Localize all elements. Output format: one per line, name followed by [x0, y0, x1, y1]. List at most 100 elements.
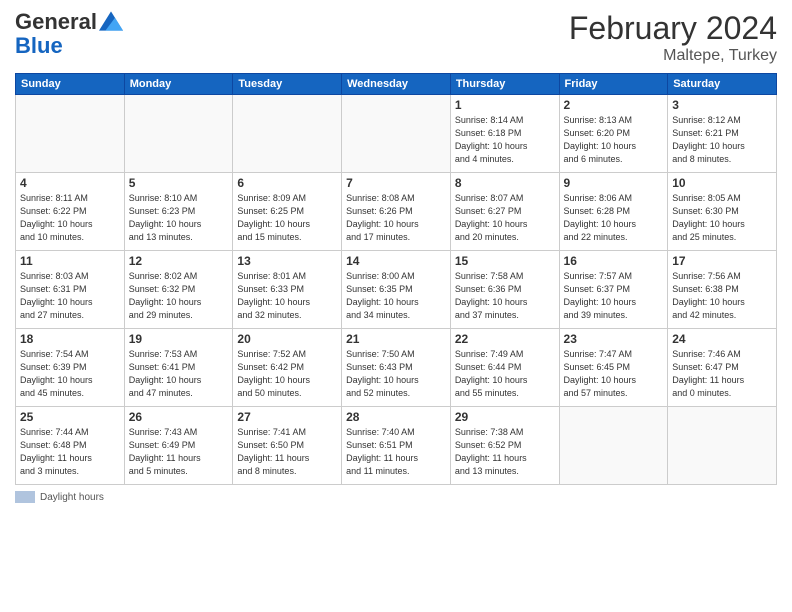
day-number: 7 — [346, 176, 446, 190]
calendar-day-header: Friday — [559, 74, 668, 95]
day-number: 20 — [237, 332, 337, 346]
day-info: Sunrise: 8:05 AM Sunset: 6:30 PM Dayligh… — [672, 192, 772, 244]
logo-blue: Blue — [15, 34, 123, 58]
calendar-cell — [559, 407, 668, 485]
day-number: 24 — [672, 332, 772, 346]
calendar-cell: 6 Sunrise: 8:09 AM Sunset: 6:25 PM Daylig… — [233, 173, 342, 251]
title-block: February 2024 Maltepe, Turkey — [569, 10, 777, 65]
legend-box — [15, 491, 35, 503]
day-number: 21 — [346, 332, 446, 346]
day-info: Sunrise: 8:09 AM Sunset: 6:25 PM Dayligh… — [237, 192, 337, 244]
footer: Daylight hours — [15, 491, 777, 503]
day-number: 23 — [564, 332, 664, 346]
calendar-cell: 27 Sunrise: 7:41 AM Sunset: 6:50 PM Dayli… — [233, 407, 342, 485]
legend-label: Daylight hours — [40, 492, 104, 503]
calendar-body: 1 Sunrise: 8:14 AM Sunset: 6:18 PM Daylig… — [16, 95, 777, 485]
calendar-cell: 15 Sunrise: 7:58 AM Sunset: 6:36 PM Dayli… — [450, 251, 559, 329]
day-info: Sunrise: 7:44 AM Sunset: 6:48 PM Dayligh… — [20, 426, 120, 478]
day-number: 14 — [346, 254, 446, 268]
day-info: Sunrise: 8:13 AM Sunset: 6:20 PM Dayligh… — [564, 114, 664, 166]
calendar-week-row: 4 Sunrise: 8:11 AM Sunset: 6:22 PM Daylig… — [16, 173, 777, 251]
day-number: 19 — [129, 332, 229, 346]
day-number: 17 — [672, 254, 772, 268]
day-info: Sunrise: 7:47 AM Sunset: 6:45 PM Dayligh… — [564, 348, 664, 400]
day-number: 6 — [237, 176, 337, 190]
day-info: Sunrise: 7:46 AM Sunset: 6:47 PM Dayligh… — [672, 348, 772, 400]
calendar-cell: 26Sunrise: 7:43 AM Sunset: 6:49 PM Dayli… — [124, 407, 233, 485]
day-number: 29 — [455, 410, 555, 424]
day-number: 10 — [672, 176, 772, 190]
day-info: Sunrise: 8:10 AM Sunset: 6:23 PM Dayligh… — [129, 192, 229, 244]
day-number: 25 — [20, 410, 120, 424]
calendar-cell: 24 Sunrise: 7:46 AM Sunset: 6:47 PM Dayli… — [668, 329, 777, 407]
subtitle: Maltepe, Turkey — [569, 47, 777, 65]
calendar-day-header: Saturday — [668, 74, 777, 95]
calendar-day-header: Monday — [124, 74, 233, 95]
day-info: Sunrise: 8:14 AM Sunset: 6:18 PM Dayligh… — [455, 114, 555, 166]
day-number: 13 — [237, 254, 337, 268]
day-info: Sunrise: 7:49 AM Sunset: 6:44 PM Dayligh… — [455, 348, 555, 400]
day-number: 27 — [237, 410, 337, 424]
calendar-cell: 8 Sunrise: 8:07 AM Sunset: 6:27 PM Daylig… — [450, 173, 559, 251]
calendar-cell: 3 Sunrise: 8:12 AM Sunset: 6:21 PM Daylig… — [668, 95, 777, 173]
day-number: 9 — [564, 176, 664, 190]
calendar-cell: 22 Sunrise: 7:49 AM Sunset: 6:44 PM Dayli… — [450, 329, 559, 407]
calendar-cell: 23 Sunrise: 7:47 AM Sunset: 6:45 PM Dayli… — [559, 329, 668, 407]
day-number: 1 — [455, 98, 555, 112]
page-container: General Blue February 2024 Maltepe, Turk… — [0, 0, 792, 513]
day-number: 4 — [20, 176, 120, 190]
logo-general: General — [15, 10, 97, 34]
day-info: Sunrise: 8:00 AM Sunset: 6:35 PM Dayligh… — [346, 270, 446, 322]
calendar-day-header: Thursday — [450, 74, 559, 95]
calendar-cell: 10 Sunrise: 8:05 AM Sunset: 6:30 PM Dayli… — [668, 173, 777, 251]
day-number: 22 — [455, 332, 555, 346]
day-info: Sunrise: 7:41 AM Sunset: 6:50 PM Dayligh… — [237, 426, 337, 478]
calendar-cell — [342, 95, 451, 173]
day-number: 28 — [346, 410, 446, 424]
calendar-cell: 7Sunrise: 8:08 AM Sunset: 6:26 PM Daylig… — [342, 173, 451, 251]
calendar-day-header: Wednesday — [342, 74, 451, 95]
calendar-cell: 13 Sunrise: 8:01 AM Sunset: 6:33 PM Dayli… — [233, 251, 342, 329]
day-info: Sunrise: 8:12 AM Sunset: 6:21 PM Dayligh… — [672, 114, 772, 166]
calendar-cell: 4 Sunrise: 8:11 AM Sunset: 6:22 PM Daylig… — [16, 173, 125, 251]
calendar-cell: 25 Sunrise: 7:44 AM Sunset: 6:48 PM Dayli… — [16, 407, 125, 485]
day-info: Sunrise: 8:01 AM Sunset: 6:33 PM Dayligh… — [237, 270, 337, 322]
calendar-cell: 17 Sunrise: 7:56 AM Sunset: 6:38 PM Dayli… — [668, 251, 777, 329]
calendar-cell: 29 Sunrise: 7:38 AM Sunset: 6:52 PM Dayli… — [450, 407, 559, 485]
calendar-cell: 28 Sunrise: 7:40 AM Sunset: 6:51 PM Dayli… — [342, 407, 451, 485]
calendar-cell: 14 Sunrise: 8:00 AM Sunset: 6:35 PM Dayli… — [342, 251, 451, 329]
calendar-cell: 18Sunrise: 7:54 AM Sunset: 6:39 PM Dayli… — [16, 329, 125, 407]
calendar-cell: 5 Sunrise: 8:10 AM Sunset: 6:23 PM Daylig… — [124, 173, 233, 251]
calendar-cell: 11 Sunrise: 8:03 AM Sunset: 6:31 PM Dayli… — [16, 251, 125, 329]
day-info: Sunrise: 7:53 AM Sunset: 6:41 PM Dayligh… — [129, 348, 229, 400]
calendar-cell: 9Sunrise: 8:06 AM Sunset: 6:28 PM Daylig… — [559, 173, 668, 251]
logo: General Blue — [15, 10, 123, 58]
calendar-header-row: SundayMondayTuesdayWednesdayThursdayFrid… — [16, 74, 777, 95]
day-number: 15 — [455, 254, 555, 268]
day-number: 3 — [672, 98, 772, 112]
calendar-week-row: 25 Sunrise: 7:44 AM Sunset: 6:48 PM Dayli… — [16, 407, 777, 485]
day-info: Sunrise: 8:03 AM Sunset: 6:31 PM Dayligh… — [20, 270, 120, 322]
day-info: Sunrise: 7:52 AM Sunset: 6:42 PM Dayligh… — [237, 348, 337, 400]
calendar-cell — [16, 95, 125, 173]
logo-icon — [99, 11, 123, 31]
calendar-cell — [668, 407, 777, 485]
day-number: 2 — [564, 98, 664, 112]
day-info: Sunrise: 8:07 AM Sunset: 6:27 PM Dayligh… — [455, 192, 555, 244]
calendar-week-row: 1 Sunrise: 8:14 AM Sunset: 6:18 PM Daylig… — [16, 95, 777, 173]
day-info: Sunrise: 8:11 AM Sunset: 6:22 PM Dayligh… — [20, 192, 120, 244]
day-info: Sunrise: 7:38 AM Sunset: 6:52 PM Dayligh… — [455, 426, 555, 478]
day-info: Sunrise: 7:40 AM Sunset: 6:51 PM Dayligh… — [346, 426, 446, 478]
day-number: 8 — [455, 176, 555, 190]
day-info: Sunrise: 8:02 AM Sunset: 6:32 PM Dayligh… — [129, 270, 229, 322]
calendar-cell: 19 Sunrise: 7:53 AM Sunset: 6:41 PM Dayli… — [124, 329, 233, 407]
calendar-cell — [124, 95, 233, 173]
day-info: Sunrise: 7:58 AM Sunset: 6:36 PM Dayligh… — [455, 270, 555, 322]
day-info: Sunrise: 7:50 AM Sunset: 6:43 PM Dayligh… — [346, 348, 446, 400]
day-info: Sunrise: 7:56 AM Sunset: 6:38 PM Dayligh… — [672, 270, 772, 322]
day-number: 5 — [129, 176, 229, 190]
header: General Blue February 2024 Maltepe, Turk… — [15, 10, 777, 65]
day-number: 11 — [20, 254, 120, 268]
calendar-table: SundayMondayTuesdayWednesdayThursdayFrid… — [15, 73, 777, 485]
calendar-cell: 2 Sunrise: 8:13 AM Sunset: 6:20 PM Daylig… — [559, 95, 668, 173]
